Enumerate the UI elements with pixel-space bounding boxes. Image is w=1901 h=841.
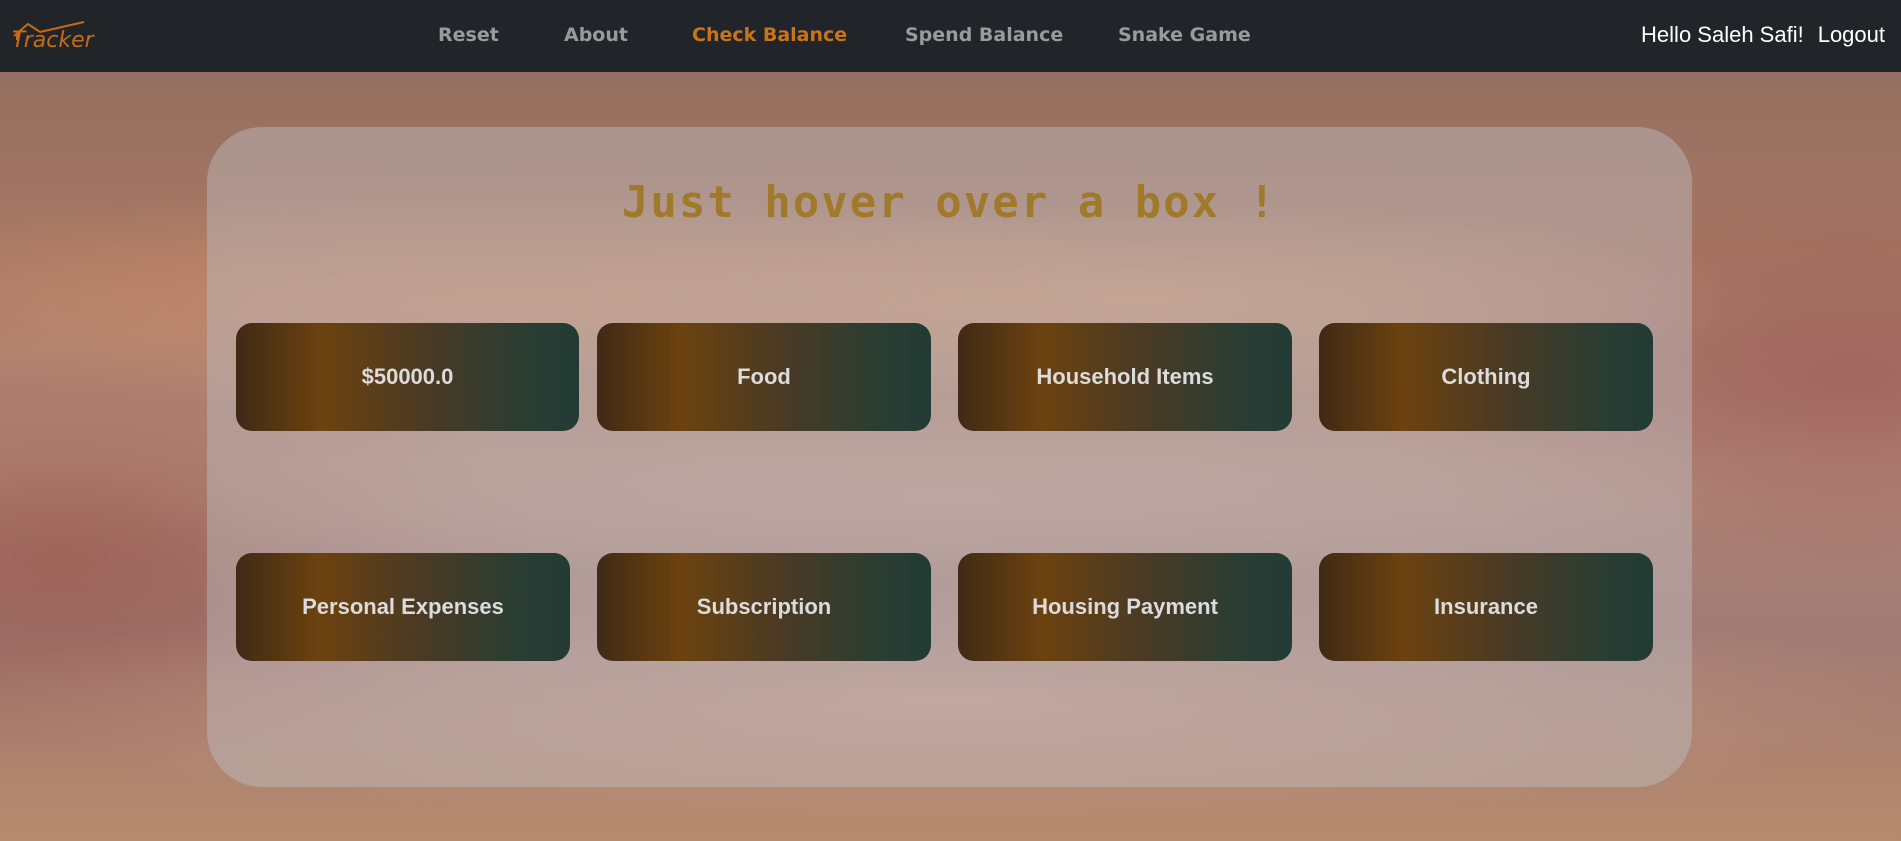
navbar: Tracker Reset About Check Balance Spend …: [0, 0, 1901, 72]
category-box-personal-expenses[interactable]: Personal Expenses: [236, 553, 570, 661]
nav-check-balance[interactable]: Check Balance: [692, 24, 847, 46]
category-box-housing-payment[interactable]: Housing Payment: [958, 553, 1292, 661]
category-box-clothing[interactable]: Clothing: [1319, 323, 1653, 431]
nav-about[interactable]: About: [564, 24, 628, 46]
user-greeting: Hello Saleh Safi!: [1641, 22, 1804, 47]
category-box-food[interactable]: Food: [597, 323, 931, 431]
nav-spend-balance[interactable]: Spend Balance: [905, 24, 1063, 46]
category-box-insurance[interactable]: Insurance: [1319, 553, 1653, 661]
category-box-subscription[interactable]: Subscription: [597, 553, 931, 661]
user-area: Hello Saleh Safi! Logout: [1641, 22, 1885, 48]
logout-link[interactable]: Logout: [1818, 22, 1885, 47]
balance-box[interactable]: $50000.0: [236, 323, 579, 431]
page-headline: Just hover over a box !: [621, 177, 1278, 228]
nav-links: Reset About Check Balance Spend Balance …: [0, 0, 1901, 72]
nav-snake-game[interactable]: Snake Game: [1118, 24, 1251, 46]
main-panel: Just hover over a box ! $50000.0 Food Ho…: [207, 127, 1692, 787]
category-box-household-items[interactable]: Household Items: [958, 323, 1292, 431]
nav-reset[interactable]: Reset: [438, 24, 499, 46]
